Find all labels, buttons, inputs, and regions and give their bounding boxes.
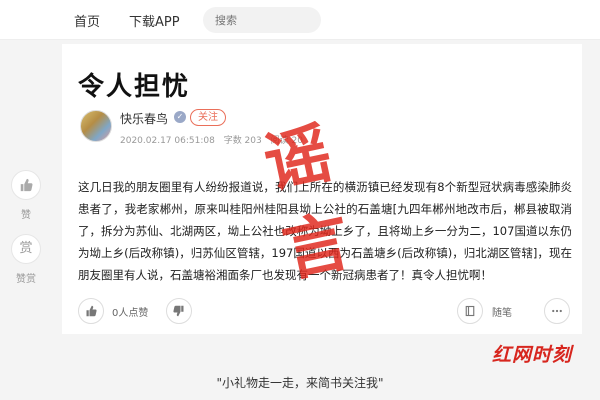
- thumbs-up-icon: [86, 305, 97, 317]
- thumbs-up-icon: [20, 178, 33, 192]
- publish-date: 2020.02.17 06:51:08: [120, 136, 215, 146]
- verified-badge-icon: ✓: [174, 111, 186, 123]
- like-count[interactable]: 0人点赞: [112, 304, 148, 319]
- thumbs-down-icon: [173, 305, 184, 317]
- more-button[interactable]: [544, 298, 570, 324]
- watermark-logo: 红网时刻: [492, 344, 573, 366]
- nav-home-link[interactable]: 首页: [74, 11, 100, 30]
- sidebar-reward-button[interactable]: 赏: [11, 234, 41, 264]
- dislike-button[interactable]: [166, 298, 192, 324]
- author-name[interactable]: 快乐春鸟: [120, 110, 168, 127]
- article-title: 令人担忧: [78, 72, 191, 102]
- sidebar-like-label: 赞: [21, 210, 31, 221]
- note-link[interactable]: 随笔: [492, 304, 512, 319]
- follow-button[interactable]: 关注: [190, 109, 226, 126]
- sidebar-reward-label: 赞赏: [16, 274, 36, 285]
- more-dots-icon: [552, 309, 562, 313]
- nav-download-app-link[interactable]: 下载APP: [129, 11, 180, 30]
- sidebar-like-button[interactable]: [11, 170, 41, 200]
- note-icon-button[interactable]: [457, 298, 483, 324]
- search-input[interactable]: [203, 7, 321, 33]
- author-avatar[interactable]: [80, 110, 112, 142]
- top-navbar: 首页 下载APP: [0, 0, 600, 40]
- reward-prompt: "小礼物走一走，来简书关注我": [216, 376, 384, 390]
- notebook-icon: [465, 305, 475, 317]
- like-button[interactable]: [78, 298, 104, 324]
